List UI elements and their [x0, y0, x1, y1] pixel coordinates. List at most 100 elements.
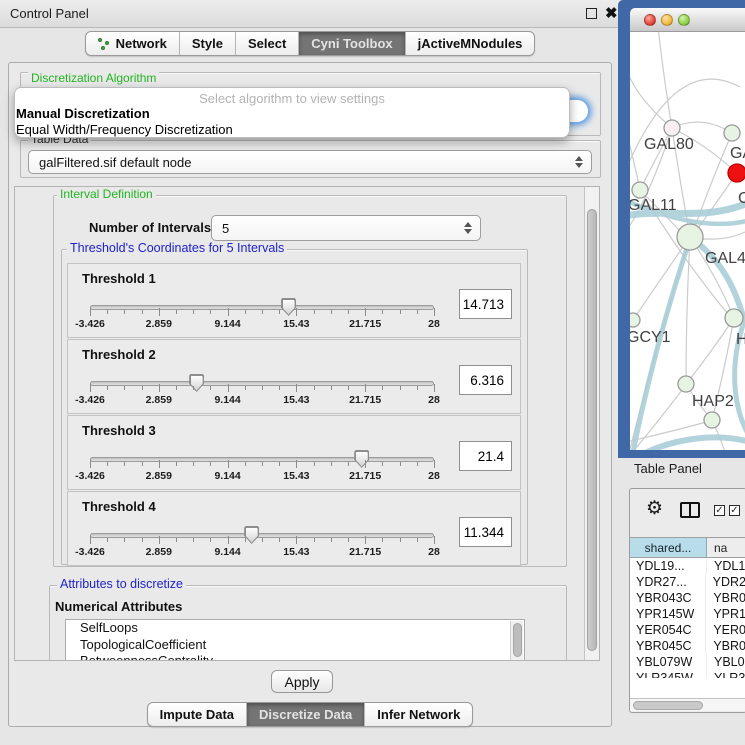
tab-style-label: Style [192, 36, 223, 51]
table-data-combobox-value: galFiltered.sif default node [39, 155, 191, 170]
tab-select[interactable]: Select [236, 32, 299, 55]
node-label-gal4: GAL4 [705, 250, 745, 268]
table-row[interactable]: YDR27...YDR2 [630, 574, 745, 590]
tab-select-label: Select [248, 36, 286, 51]
tab-impute-data[interactable]: Impute Data [148, 703, 247, 726]
list-scrollbar[interactable] [510, 621, 523, 661]
table-panel-toolbar: ⚙ ✓ ✓ [630, 489, 745, 537]
tab-discretize-data[interactable]: Discretize Data [247, 703, 365, 726]
table-row[interactable]: YBR043CYBR0 [630, 590, 745, 606]
number-of-intervals-combobox[interactable]: 5 [211, 215, 481, 241]
slider-ticks [90, 308, 435, 317]
node-right-mid[interactable] [725, 309, 743, 327]
tab-network-label: Network [116, 36, 167, 51]
node-hap2[interactable] [678, 376, 694, 392]
slider-tick-labels: -3.426 2.859 9.144 15.43 21.715 28 [90, 546, 434, 558]
zoom-traffic-light-icon[interactable] [678, 14, 690, 26]
network-canvas[interactable]: GAL80 GA GAL11 C GAL4 GCY1 H HAP2 [630, 32, 745, 450]
node-gal80[interactable] [664, 120, 680, 136]
node-gal11[interactable] [632, 182, 648, 198]
algorithm-option-manual[interactable]: Manual Discretization [15, 106, 569, 122]
node-label-gcy1: GCY1 [630, 329, 671, 347]
algorithm-dropdown-popup: Select algorithm to view settings Manual… [14, 87, 570, 138]
checkbox-icon[interactable]: ✓ [729, 505, 740, 516]
table-header-row: shared... na [630, 537, 745, 558]
node-label-gal11: GAL11 [630, 197, 677, 215]
table-row[interactable]: YLR345WYLR3 [630, 670, 745, 678]
control-panel-titlebar: Control Panel ✖ [0, 0, 620, 28]
split-columns-icon[interactable] [680, 502, 700, 518]
table-row[interactable]: YPR145WYPR1 [630, 606, 745, 622]
column-header-shared-name[interactable]: shared... [630, 538, 707, 557]
thresholds-group-title: Threshold's Coordinates for 5 Intervals [67, 242, 287, 254]
number-of-intervals-label: Number of Intervals [89, 220, 211, 235]
checkbox-icon[interactable]: ✓ [714, 505, 725, 516]
node-label-clipped-mid: C [738, 190, 745, 208]
threshold-1-value-field[interactable]: 14.713 [459, 289, 512, 319]
table-data-combobox[interactable]: galFiltered.sif default node [28, 150, 592, 174]
slider-ticks [90, 536, 435, 545]
tab-network[interactable]: Network [86, 32, 180, 55]
discretization-algorithm-group-title: Discretization Algorithm [28, 72, 159, 84]
list-item[interactable]: SelfLoops [66, 620, 524, 637]
slider-tick-labels: -3.426 2.859 9.144 15.43 21.715 28 [90, 318, 434, 330]
stepper-arrows-icon [464, 222, 472, 234]
node-label-clipped-top: GA [730, 145, 745, 163]
node-gcy1[interactable] [630, 313, 640, 327]
minimize-traffic-light-icon[interactable] [661, 14, 673, 26]
table-panel-title: Table Panel [634, 461, 702, 476]
node-top-right[interactable] [724, 125, 740, 141]
threshold-2-panel: Threshold 2 -3.426 2.859 9.144 15.43 21.… [67, 339, 521, 414]
tab-infer-network[interactable]: Infer Network [365, 703, 472, 726]
network-graph [630, 32, 745, 450]
cyni-bottom-tabbar: Impute Data Discretize Data Infer Networ… [0, 702, 620, 727]
threshold-1-label: Threshold 1 [82, 271, 156, 286]
float-window-icon[interactable] [586, 8, 597, 19]
threshold-2-value-field[interactable]: 6.316 [459, 365, 512, 395]
tab-style[interactable]: Style [180, 32, 236, 55]
control-panel-tabbar: Network Style Select Cyni Toolbox jActiv… [0, 31, 620, 56]
close-icon[interactable]: ✖ [605, 4, 618, 22]
stepper-arrows-icon [575, 156, 583, 168]
threshold-4-value-field[interactable]: 11.344 [459, 517, 512, 547]
table-row[interactable]: YER054CYER0 [630, 622, 745, 638]
node-label-hap2: HAP2 [692, 393, 734, 411]
column-header-name[interactable]: na [707, 538, 745, 557]
table-rows: YDL19...YDL1 YDR27...YDR2 YBR043CYBR0 YP… [630, 558, 745, 678]
list-item[interactable]: TopologicalCoefficient [66, 637, 524, 654]
threshold-4-panel: Threshold 4 -3.426 2.859 9.144 15.43 21.… [67, 491, 521, 566]
threshold-3-value-field[interactable]: 21.4 [459, 441, 512, 471]
node-gal4[interactable] [677, 224, 703, 250]
table-row[interactable]: YBR045CYBR0 [630, 638, 745, 654]
apply-button[interactable]: Apply [271, 670, 333, 693]
scrollpane-scrollbar[interactable] [584, 187, 599, 661]
numerical-attributes-list[interactable]: SelfLoops TopologicalCoefficient Between… [65, 619, 525, 661]
threshold-2-label: Threshold 2 [82, 347, 156, 362]
node-label-clipped-low: H [736, 331, 745, 349]
algorithm-option-equal-width[interactable]: Equal Width/Frequency Discretization [15, 122, 569, 138]
tab-discretize-data-label: Discretize Data [259, 707, 352, 722]
tab-cyni-toolbox-label: Cyni Toolbox [311, 36, 392, 51]
threshold-3-label: Threshold 3 [82, 423, 156, 438]
table-row[interactable]: YDL19...YDL1 [630, 558, 745, 574]
list-item[interactable]: BetweennessCentrality [66, 653, 524, 661]
table-row[interactable]: YBL079WYBL0 [630, 654, 745, 670]
tab-infer-network-label: Infer Network [377, 707, 460, 722]
close-traffic-light-icon[interactable] [644, 14, 656, 26]
node-label-gal80: GAL80 [644, 136, 694, 154]
numerical-attributes-label: Numerical Attributes [55, 599, 182, 614]
tab-cyni-toolbox[interactable]: Cyni Toolbox [299, 32, 405, 55]
slider-tick-labels: -3.426 2.859 9.144 15.43 21.715 28 [90, 394, 434, 406]
number-of-intervals-value: 5 [222, 221, 229, 236]
tab-jactivemnodules-label: jActiveMNodules [418, 36, 523, 51]
interval-definition-title: Interval Definition [57, 188, 156, 200]
table-horizontal-scrollbar[interactable] [630, 698, 745, 711]
slider-tick-labels: -3.426 2.859 9.144 15.43 21.715 28 [90, 470, 434, 482]
node-selected-red[interactable] [728, 164, 745, 182]
slider-ticks [90, 460, 435, 469]
slider-ticks [90, 384, 435, 393]
tab-jactivemnodules[interactable]: jActiveMNodules [406, 32, 535, 55]
gear-icon[interactable]: ⚙ [646, 499, 663, 518]
threshold-1-panel: Threshold 1 -3.426 2.859 9.144 15.43 21.… [67, 263, 521, 338]
node-bottom[interactable] [704, 412, 720, 428]
